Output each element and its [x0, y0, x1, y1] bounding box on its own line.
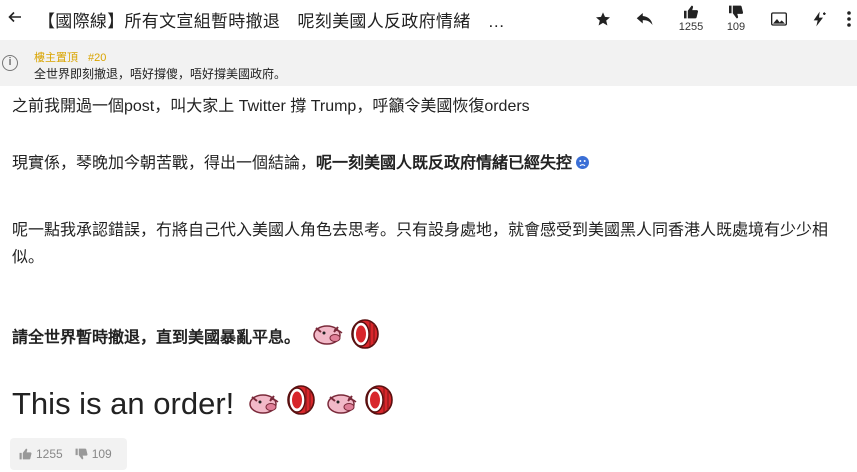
thumbs-down-icon [75, 448, 88, 460]
pinned-meta: 樓主置頂 #20 [34, 49, 106, 65]
pig-emoji-icon [326, 384, 360, 428]
menu-icon[interactable] [842, 0, 856, 38]
thread-title: 【國際線】所有文宣組暫時撤退 呢刻美國人反政府情緒 … [38, 11, 506, 31]
thumbs-down-icon [729, 5, 744, 19]
pig-emoji-icon [248, 384, 282, 428]
drum-emoji-icon [364, 384, 394, 428]
pinned-floor: #20 [88, 52, 107, 64]
top-bar: 【國際線】所有文宣組暫時撤退 呢刻美國人反政府情緒 … 1255 109 [0, 0, 857, 38]
thumbs-up-icon [19, 448, 32, 460]
post-paragraph: 請全世界暫時撤退，直到美國暴亂平息。 [12, 318, 380, 359]
post-bold-text: 呢一刻美國人既反政府情緒已經失控 [316, 155, 573, 172]
back-arrow-icon[interactable] [4, 9, 26, 29]
pig-emoji-icon [312, 321, 346, 356]
footer-dislike-button[interactable]: 109 [75, 447, 112, 461]
footer-like-button[interactable]: 1255 [19, 447, 63, 461]
pinned-reply-banner[interactable]: i 樓主置頂 #20 全世界即刻撤退，唔好撐傻，唔好撐美國政府。 [0, 40, 857, 86]
post-bold-text: 請全世界暫時撤退，直到美國暴亂平息。 [12, 329, 301, 347]
post-paragraph: 之前我開過一個post，叫大家上 Twitter 撐 Trump，呼籲令美國恢復… [12, 98, 530, 115]
vote-bar: 1255 109 [10, 438, 127, 470]
thumbs-up-icon [684, 5, 699, 19]
like-count: 1255 [678, 21, 704, 33]
dislike-button[interactable]: 109 [724, 0, 748, 38]
toolbar-icons: 1255 109 [580, 0, 857, 38]
like-button[interactable]: 1255 [676, 0, 706, 38]
flash-share-icon[interactable] [808, 0, 830, 38]
reply-icon[interactable] [634, 0, 656, 38]
post-big-text: This is an order! [12, 386, 235, 421]
dislike-count: 109 [726, 21, 746, 33]
post-paragraph: 呢一點我承認錯誤，冇將自己代入美國人角色去思考。只有設身處地，就會感受到美國黑人… [12, 222, 829, 266]
info-icon: i [2, 55, 18, 71]
image-icon[interactable] [768, 0, 790, 38]
drum-emoji-icon [350, 318, 380, 359]
drum-emoji-icon [286, 384, 316, 428]
sad-face-icon [576, 156, 590, 169]
pinned-text: 全世界即刻撤退，唔好撐傻，唔好撐美國政府。 [34, 67, 287, 81]
post-text: 現實係，琴晚加今朝苦戰，得出一個結論， [12, 155, 317, 172]
post-paragraph: 現實係，琴晚加今朝苦戰，得出一個結論，呢一刻美國人既反政府情緒已經失控 [12, 150, 590, 177]
post-big-text-line: This is an order! [12, 382, 394, 428]
footer-like-count: 1255 [36, 447, 63, 461]
pinned-label: 樓主置頂 [34, 52, 78, 64]
star-icon[interactable] [592, 0, 614, 38]
footer-dislike-count: 109 [91, 447, 112, 461]
